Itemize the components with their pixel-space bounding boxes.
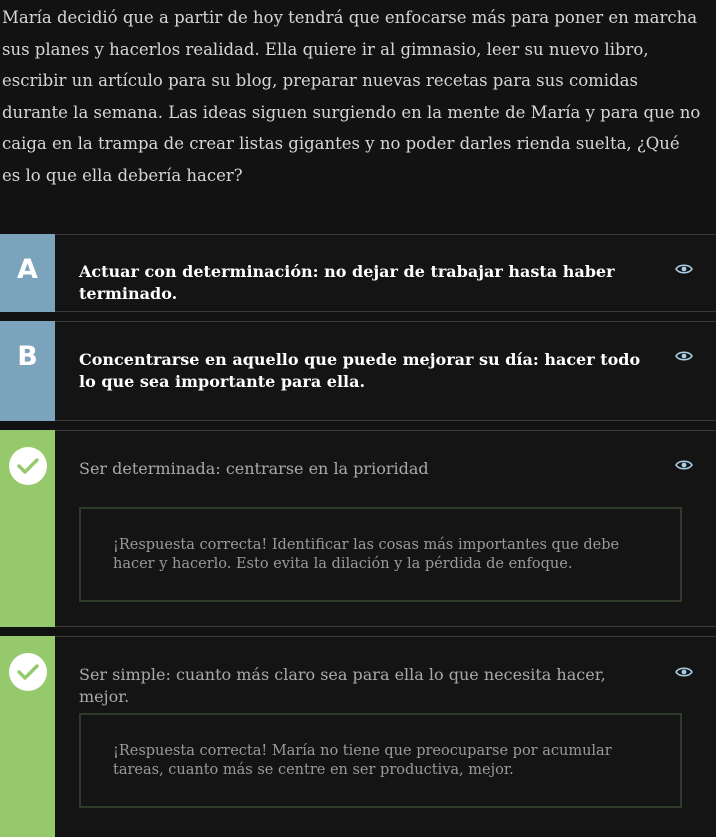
option-a[interactable]: A Actuar con determinación: no dejar de … [0, 234, 716, 312]
eye-icon[interactable] [675, 459, 693, 471]
option-letter: A [17, 254, 38, 285]
option-label: Concentrarse en aquello que puede mejora… [79, 350, 641, 391]
option-badge: A [0, 234, 55, 312]
check-badge [8, 653, 47, 691]
check-badge [8, 447, 47, 485]
eye-icon[interactable] [675, 350, 693, 362]
option-label: Ser simple: cuanto más claro sea para el… [79, 665, 606, 706]
option-label: Actuar con determinación: no dejar de tr… [79, 262, 615, 303]
option-badge [0, 430, 55, 627]
option-badge: B [0, 321, 55, 421]
option-badge [0, 636, 55, 837]
option-c[interactable]: Ser determinada: centrarse en la priorid… [0, 430, 716, 627]
check-icon [16, 664, 39, 680]
eye-icon[interactable] [675, 666, 693, 678]
eye-icon[interactable] [675, 263, 693, 275]
option-label: Ser determinada: centrarse en la priorid… [79, 459, 429, 478]
answer-feedback: ¡Respuesta correcta! María no tiene que … [79, 713, 682, 808]
option-d[interactable]: Ser simple: cuanto más claro sea para el… [0, 636, 716, 837]
question-text: María decidió que a partir de hoy tendrá… [2, 8, 701, 185]
option-b[interactable]: B Concentrarse en aquello que puede mejo… [0, 321, 716, 421]
option-letter: B [17, 341, 38, 372]
check-icon [16, 458, 39, 474]
answer-feedback: ¡Respuesta correcta! Identificar las cos… [79, 507, 682, 602]
